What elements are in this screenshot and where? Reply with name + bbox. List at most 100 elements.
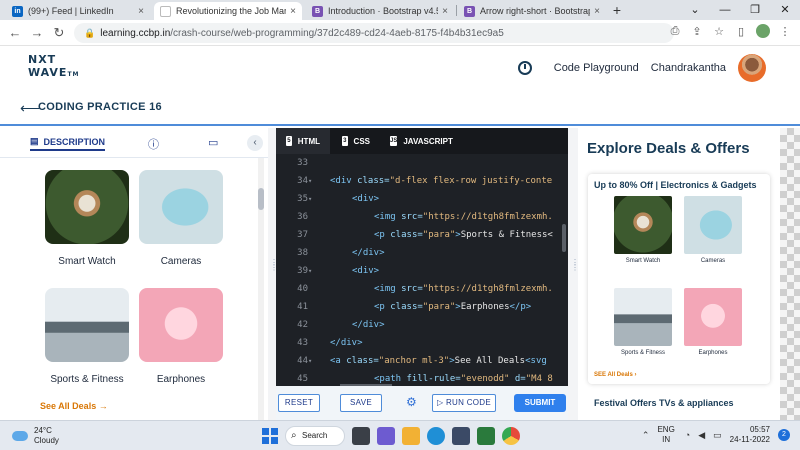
code-line[interactable]: 34 ▾ <div class="d-flex flex-row justify-c… xyxy=(276,172,568,190)
save-button[interactable]: SAVE xyxy=(340,394,382,412)
code-token: "anchor ml-3" xyxy=(378,356,450,366)
code-line[interactable]: 37 <p class="para">Sports & Fitness< xyxy=(276,226,568,244)
code-token: Sports & Fitness< xyxy=(460,230,553,240)
file-explorer-icon[interactable] xyxy=(402,427,420,445)
tab-description[interactable]: ▤ DESCRIPTION xyxy=(30,136,106,151)
tab-bootstrap-icons[interactable]: B Arrow right-short · Bootstrap Ico × xyxy=(458,2,606,20)
sidebar-icon[interactable]: ▯ xyxy=(734,25,748,38)
code-line[interactable]: 44 ▾ <a class="anchor ml-3">See All Deals<… xyxy=(276,352,568,370)
edge-icon[interactable] xyxy=(427,427,445,445)
teams-icon[interactable] xyxy=(377,427,395,445)
close-icon[interactable]: × xyxy=(290,6,296,17)
url-input[interactable]: 🔒 learning.ccbp.in /crash-course/web-pro… xyxy=(74,23,674,43)
windows-start-icon[interactable] xyxy=(262,428,278,444)
tab-html[interactable]: 5 HTML xyxy=(276,128,330,154)
minimize-icon[interactable]: — xyxy=(710,0,740,20)
see-all-deals-link[interactable]: See All Deals → xyxy=(40,401,108,411)
close-window-icon[interactable]: ✕ xyxy=(770,0,800,20)
tab-revolutionizing[interactable]: Revolutionizing the Job Market | × xyxy=(154,2,302,20)
new-tab-button[interactable]: + xyxy=(610,2,624,18)
output-heading: Explore Deals & Offers xyxy=(587,140,750,157)
line-number: 41 xyxy=(297,302,308,312)
see-all-deals-link[interactable]: SEE All Deals › xyxy=(594,372,636,378)
code-line[interactable]: 33 xyxy=(276,154,568,172)
help-icon[interactable]: ⓘ xyxy=(148,136,159,152)
app-icon[interactable] xyxy=(477,427,495,445)
code-token: <a xyxy=(330,356,347,366)
line-number: 35 xyxy=(297,194,308,204)
resize-handle-left[interactable]: ⋮ ⋮ xyxy=(270,259,278,272)
run-code-button[interactable]: ▷ RUN CODE xyxy=(432,394,496,412)
code-line[interactable]: 41 <p class="para">Earphones</p> xyxy=(276,298,568,316)
preview-scroll-thumb[interactable] xyxy=(258,188,264,210)
editor-scroll-thumb[interactable] xyxy=(562,224,566,252)
code-line[interactable]: 38 </div> xyxy=(276,244,568,262)
reload-icon[interactable]: ↻ xyxy=(50,24,68,42)
language-indicator[interactable]: ENG IN xyxy=(657,425,674,445)
resize-handle-right[interactable]: ⋮ ⋮ xyxy=(571,259,579,272)
install-icon[interactable]: ⎙ xyxy=(668,25,682,38)
tab-bootstrap-intro[interactable]: B Introduction · Bootstrap v4.5 × xyxy=(306,2,454,20)
volume-icon[interactable]: ◀ xyxy=(698,430,705,441)
weather-widget[interactable]: 24°C Cloudy xyxy=(12,426,59,446)
taskbar-search[interactable]: Search xyxy=(285,426,345,446)
profile-icon[interactable] xyxy=(756,24,770,38)
chevron-up-icon[interactable]: ⌃ xyxy=(642,430,650,441)
reset-button[interactable]: RESET xyxy=(278,394,320,412)
code-line[interactable]: 35 ▾ <div> xyxy=(276,190,568,208)
store-icon[interactable] xyxy=(452,427,470,445)
code-token: See All Deals xyxy=(454,356,526,366)
css-icon: 3 xyxy=(342,136,348,146)
fold-icon[interactable]: ▾ xyxy=(308,262,312,280)
code-area[interactable]: 33 34 ▾ <div class="d-flex flex-row justify… xyxy=(276,154,568,386)
maximize-icon[interactable]: ❐ xyxy=(740,0,770,20)
close-icon[interactable]: × xyxy=(594,6,600,17)
back-icon[interactable]: ← xyxy=(6,24,24,42)
fold-icon[interactable]: ▾ xyxy=(308,190,312,208)
code-token: <img xyxy=(374,212,402,222)
battery-icon[interactable]: ▭ xyxy=(713,430,722,441)
collapse-button[interactable]: ‹ xyxy=(247,135,263,151)
notification-badge[interactable]: 2 xyxy=(778,429,790,441)
gear-icon[interactable]: ⚙ xyxy=(406,395,417,409)
fold-icon[interactable]: ▾ xyxy=(308,172,312,190)
code-line[interactable]: 43 </div> xyxy=(276,334,568,352)
close-icon[interactable]: × xyxy=(442,6,448,17)
task-view-icon[interactable] xyxy=(352,427,370,445)
code-line[interactable]: 40 <img src="https://d1tgh8fmlzexmh. xyxy=(276,280,568,298)
chevron-down-icon[interactable]: ⌄ xyxy=(680,0,710,20)
clock[interactable]: 05:57 24-11-2022 xyxy=(730,425,770,445)
code-text: <div class="d-flex flex-row justify-cont… xyxy=(330,172,552,190)
user-name[interactable]: Chandrakantha xyxy=(651,62,726,74)
tab-linkedin[interactable]: in (99+) Feed | LinkedIn × xyxy=(6,2,150,20)
code-text: <img src="https://d1tgh8fmlzexmh. xyxy=(374,280,553,298)
code-playground-link[interactable]: Code Playground xyxy=(554,62,639,74)
tab-css[interactable]: 3 CSS xyxy=(332,128,380,154)
line-number: 42 xyxy=(297,320,308,330)
fold-icon[interactable]: ▾ xyxy=(308,352,312,370)
code-token: <p xyxy=(374,230,391,240)
star-icon[interactable]: ☆ xyxy=(712,25,726,38)
submit-button[interactable]: SUBMIT xyxy=(514,394,566,412)
menu-icon[interactable]: ⋮ xyxy=(778,25,792,38)
discussion-icon[interactable]: ▭ xyxy=(208,136,218,149)
share-icon[interactable]: ⇪ xyxy=(690,25,704,38)
chrome-icon[interactable] xyxy=(502,427,520,445)
code-line[interactable]: 45 <path fill-rule="evenodd" d="M4 8 xyxy=(276,370,568,386)
smart-watch-image xyxy=(45,170,129,244)
avatar[interactable] xyxy=(738,54,766,82)
nxtwave-logo[interactable]: NXT WAVETM xyxy=(28,54,79,82)
close-icon[interactable]: × xyxy=(138,6,144,17)
wifi-icon[interactable]: ◔ xyxy=(685,430,690,440)
timer-icon[interactable] xyxy=(517,61,532,75)
code-line[interactable]: 42 </div> xyxy=(276,316,568,334)
bootstrap-icon: B xyxy=(312,5,323,17)
card-caption: Earphones xyxy=(156,374,206,385)
code-line[interactable]: 36 <img src="https://d1tgh8fmlzexmh. xyxy=(276,208,568,226)
card-caption: Cameras xyxy=(160,256,202,267)
tab-javascript[interactable]: JS JAVASCRIPT xyxy=(380,128,460,154)
forward-icon[interactable]: → xyxy=(28,24,46,42)
code-token: "evenodd" xyxy=(460,374,515,384)
code-line[interactable]: 39 ▾ <div> xyxy=(276,262,568,280)
line-number: 34 xyxy=(297,176,308,186)
